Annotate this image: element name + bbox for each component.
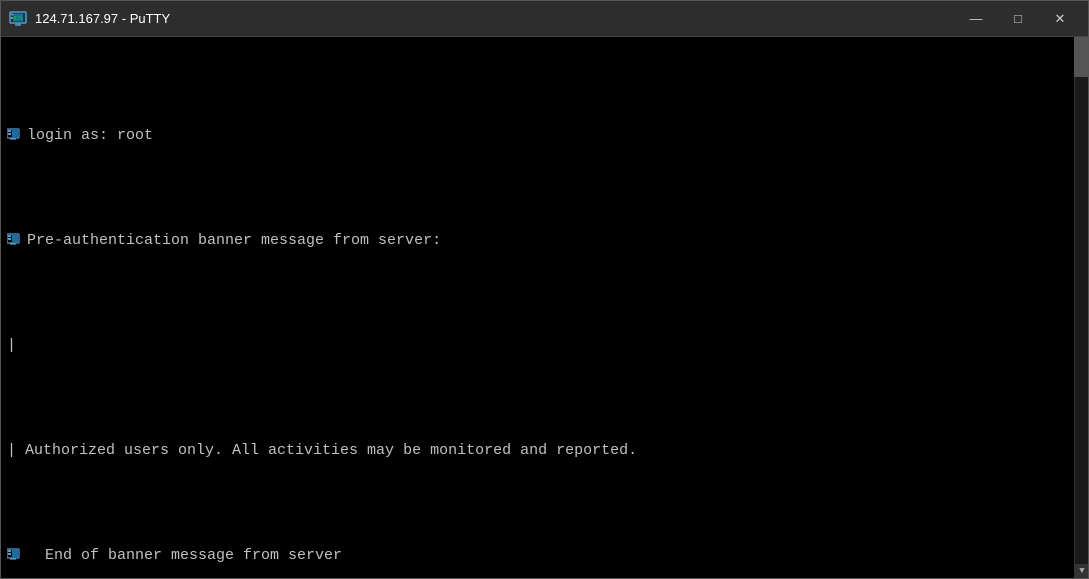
titlebar-left: C:\ 124.71.167.97 - PuTTY	[9, 10, 170, 28]
window-title: 124.71.167.97 - PuTTY	[35, 11, 170, 26]
putty-line-icon	[7, 548, 23, 564]
svg-text:C:\: C:\	[14, 16, 23, 22]
terminal-area[interactable]: login as: root Pre-authentication banner…	[1, 37, 1088, 578]
list-item: | Authorized users only. All activities …	[7, 440, 1082, 461]
putty-line-icon	[7, 233, 23, 249]
putty-window: C:\ 124.71.167.97 - PuTTY — □ ✕	[0, 0, 1089, 579]
putty-app-icon: C:\	[9, 10, 27, 28]
putty-line-icon	[7, 128, 23, 144]
titlebar-controls: — □ ✕	[956, 5, 1080, 33]
end-banner-text: End of banner message from server	[27, 545, 342, 566]
pipe-text: |	[7, 335, 16, 356]
titlebar: C:\ 124.71.167.97 - PuTTY — □ ✕	[1, 1, 1088, 37]
terminal-content: login as: root Pre-authentication banner…	[7, 41, 1082, 578]
list-item: Pre-authentication banner message from s…	[7, 230, 1082, 251]
scrollbar[interactable]: ▲ ▼	[1074, 37, 1088, 578]
close-button[interactable]: ✕	[1040, 5, 1080, 33]
authorized-text: | Authorized users only. All activities …	[7, 440, 637, 461]
scrollbar-down-arrow[interactable]: ▼	[1075, 564, 1088, 578]
list-item: login as: root	[7, 125, 1082, 146]
minimize-button[interactable]: —	[956, 5, 996, 33]
scrollbar-thumb[interactable]	[1074, 37, 1088, 77]
pre-auth-text: Pre-authentication banner message from s…	[27, 230, 441, 251]
maximize-button[interactable]: □	[998, 5, 1038, 33]
list-item: |	[7, 335, 1082, 356]
login-as-text: login as: root	[27, 125, 153, 146]
list-item: End of banner message from server	[7, 545, 1082, 566]
